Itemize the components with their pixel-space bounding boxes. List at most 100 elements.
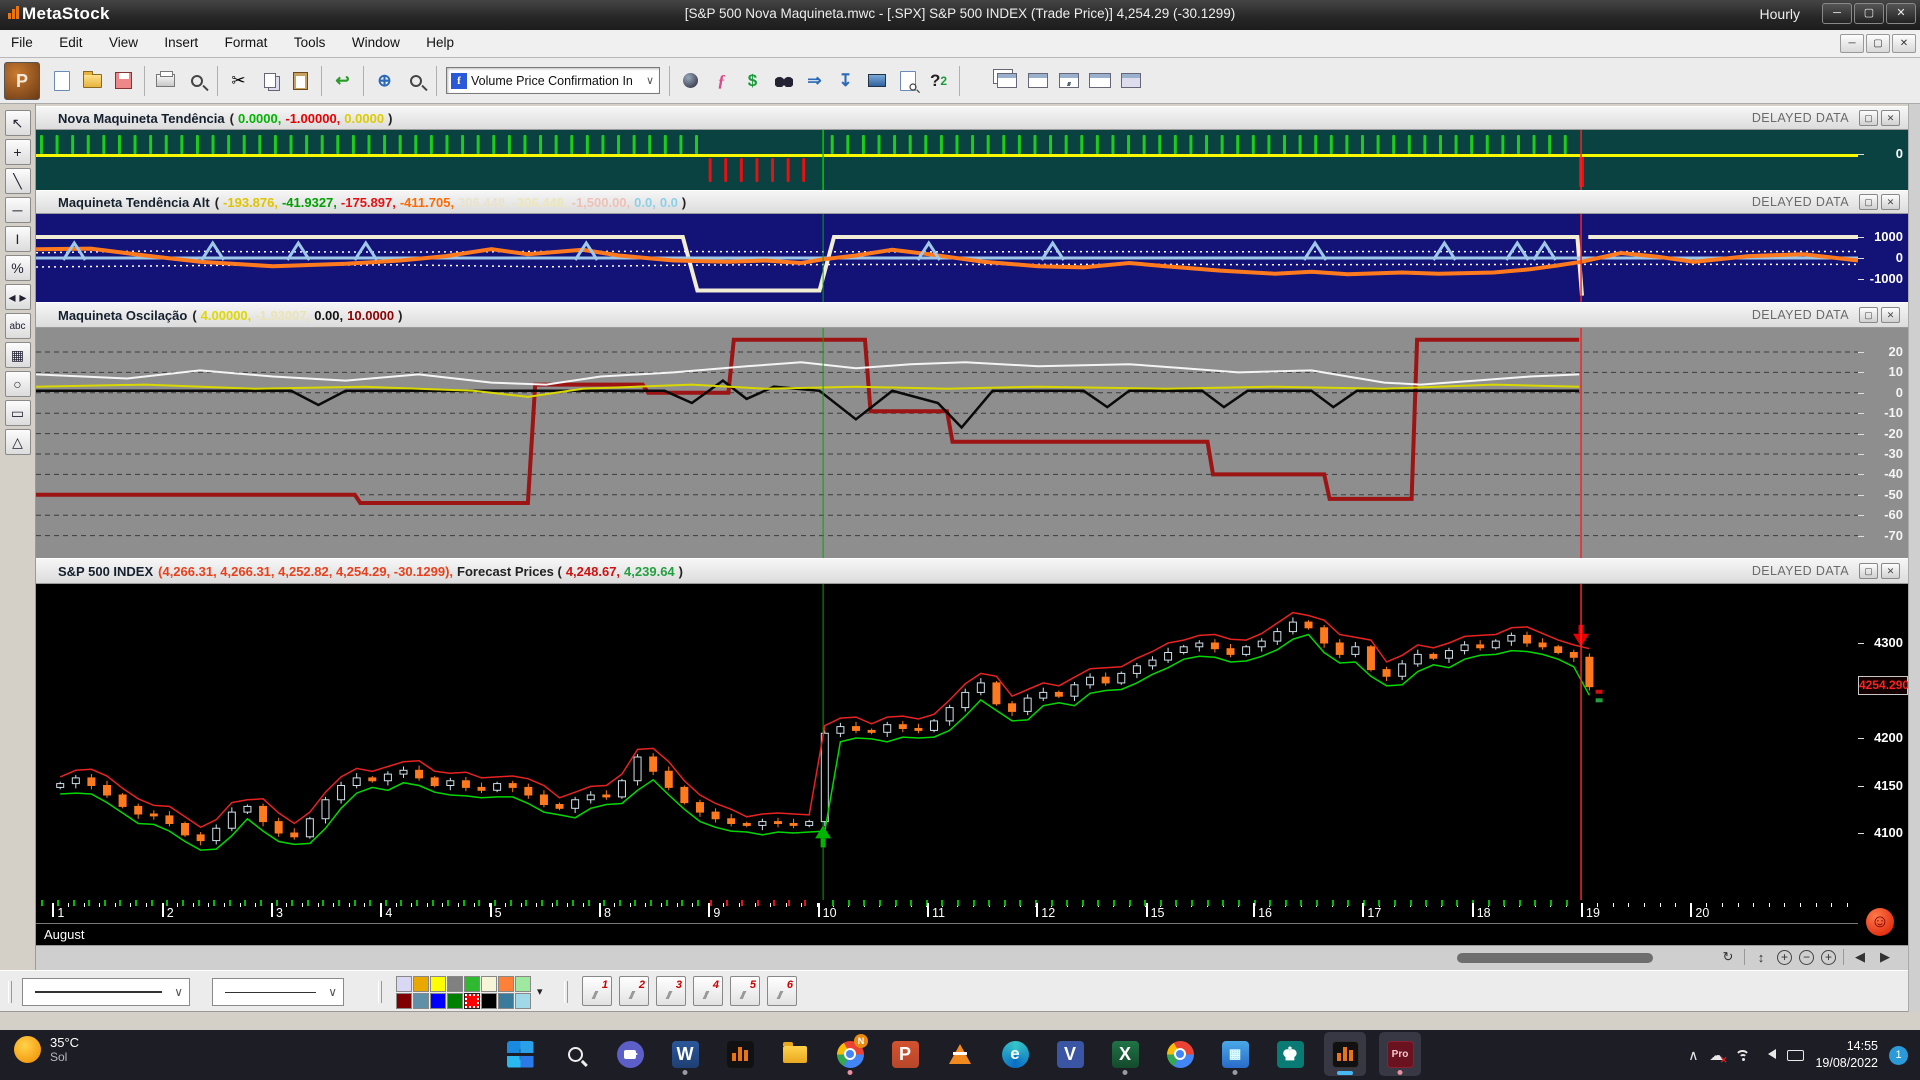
explorer-icon[interactable] [677,67,704,94]
taskbar-start-icon[interactable] [499,1032,541,1076]
menu-window[interactable]: Window [341,30,411,55]
color-swatch[interactable] [413,976,429,992]
chart-layout-button-3[interactable]: 3 [656,976,686,1006]
grid-tool[interactable]: ▦ [4,342,31,368]
line-weight-dropdown[interactable]: ∨ [212,978,344,1006]
child-close-button[interactable]: ✕ [1892,34,1916,53]
taskbar-search-icon[interactable] [554,1032,596,1076]
toolbar-grip[interactable] [8,981,12,1003]
zoom-icon[interactable] [402,67,429,94]
volume-icon[interactable] [1763,1046,1777,1064]
taskbar-adobe-pro-icon[interactable]: Pro [1379,1032,1421,1076]
panel-restore-button[interactable]: ▢ [1859,307,1878,323]
chart-window-icon[interactable] [1055,67,1082,94]
hidden-icons-chevron-icon[interactable]: ∧ [1688,1047,1698,1064]
tendencia-alt-chart[interactable] [36,214,1858,302]
toolbar-grip[interactable] [378,981,382,1003]
wifi-icon[interactable] [1734,1049,1752,1062]
chart-layout-button-6[interactable]: 6 [767,976,797,1006]
step-right-icon[interactable]: ▶ [1876,948,1894,966]
layout-gear-icon[interactable] [1117,67,1144,94]
onedrive-error-icon[interactable]: ☁ ✕ [1709,1047,1727,1065]
color-swatch[interactable] [430,993,446,1009]
refresh-icon[interactable]: ↻ [1719,948,1737,966]
menu-insert[interactable]: Insert [153,30,209,55]
report-icon[interactable] [894,67,921,94]
color-swatch[interactable] [498,993,514,1009]
indicator-quicklist-dropdown[interactable]: f Volume Price Confirmation In ∨ [446,67,660,94]
color-swatch[interactable] [515,993,531,1009]
ellipse-tool[interactable]: ○ [4,371,31,397]
menu-help[interactable]: Help [415,30,465,55]
color-swatch[interactable] [447,993,463,1009]
help-pointer-icon[interactable]: ? 2 [925,67,952,94]
horizontal-scrollbar[interactable] [1457,953,1653,963]
palette-dropdown-icon[interactable]: ▾ [537,985,543,998]
date-axis[interactable]: 1 2 3 4 5 8 9 10 11 12 15 16 17 18 19 20 [36,900,1858,923]
maximize-button[interactable]: ▢ [1854,3,1884,24]
color-swatch[interactable] [430,976,446,992]
color-swatch[interactable] [396,976,412,992]
taskbar-visio-icon[interactable]: V [1049,1032,1091,1076]
print-preview-icon[interactable] [183,67,210,94]
line-style-dropdown[interactable]: ∨ [22,978,190,1006]
panel-close-button[interactable]: ✕ [1881,563,1900,579]
taskbar-folder-icon[interactable] [774,1032,816,1076]
taskbar-vlc-icon[interactable] [939,1032,981,1076]
menu-edit[interactable]: Edit [48,30,93,55]
taskbar-chess-icon[interactable]: ♚ [1269,1032,1311,1076]
color-swatch[interactable] [464,993,480,1009]
open-icon[interactable] [79,67,106,94]
updown-icon[interactable]: ↕ [1752,948,1770,966]
undo-icon[interactable]: ↩ [329,67,356,94]
color-swatch[interactable] [396,993,412,1009]
chart-layout-button-4[interactable]: 4 [693,976,723,1006]
weather-widget[interactable]: 35°C Sol [14,1035,79,1064]
tile-horizontal-icon[interactable] [1024,67,1051,94]
panel-header-maquineta-oscilacao[interactable]: Maquineta Oscilação (4.00000, -1.93007, 0.… [36,302,1908,328]
trend-histogram-chart[interactable] [36,130,1858,190]
panel-restore-button[interactable]: ▢ [1859,110,1878,126]
notification-badge[interactable]: 1 [1889,1045,1908,1065]
upload-icon[interactable] [863,67,890,94]
child-minimize-button[interactable]: ─ [1840,34,1864,53]
scroll-arrows-tool[interactable]: ◂ ▸ [4,284,31,310]
panel-close-button[interactable]: ✕ [1881,194,1900,210]
color-swatch[interactable] [498,976,514,992]
zoom-out-icon[interactable]: − [1799,949,1814,965]
panel-header-sp500-index[interactable]: S&P 500 INDEX (4,266.31, 4,266.31, 4,252… [36,558,1908,584]
menu-format[interactable]: Format [214,30,279,55]
taskbar-word-icon[interactable]: W [664,1032,706,1076]
panel-close-button[interactable]: ✕ [1881,110,1900,126]
chart-layout-button-5[interactable]: 5 [730,976,760,1006]
rectangle-tool[interactable]: ▭ [4,400,31,426]
minimize-button[interactable]: ─ [1822,3,1852,24]
color-swatch[interactable] [447,976,463,992]
child-restore-button[interactable]: ▢ [1866,34,1890,53]
crosshair-icon[interactable]: ⊕ [371,67,398,94]
color-swatch[interactable] [464,976,480,992]
color-swatch[interactable] [481,993,497,1009]
color-swatch[interactable] [515,976,531,992]
save-icon[interactable] [110,67,137,94]
oscilacao-chart[interactable] [36,328,1858,558]
copy-icon[interactable] [256,67,283,94]
tile-vertical-icon[interactable] [1086,67,1113,94]
zoom-in-icon[interactable]: + [1821,949,1836,965]
print-icon[interactable] [152,67,179,94]
download-icon[interactable]: ↧ [832,67,859,94]
menu-tools[interactable]: Tools [283,30,337,55]
close-button[interactable]: ✕ [1886,3,1916,24]
taskbar-clock[interactable]: 14:55 19/08/2022 [1815,1038,1878,1072]
trendline-tool[interactable]: ╲ [4,168,31,194]
color-swatch[interactable] [481,976,497,992]
label-tool[interactable]: abc [4,313,31,339]
price-candlestick-chart[interactable] [36,584,1858,900]
taskbar-metastock-icon[interactable] [719,1032,761,1076]
triangle-tool[interactable]: △ [4,429,31,455]
taskbar-chrome2-icon[interactable] [1159,1032,1201,1076]
expert-advisor-icon[interactable]: $ [739,67,766,94]
menu-view[interactable]: View [98,30,149,55]
pan-icon[interactable]: + [1777,949,1792,965]
taskbar-teams-icon[interactable] [609,1032,651,1076]
